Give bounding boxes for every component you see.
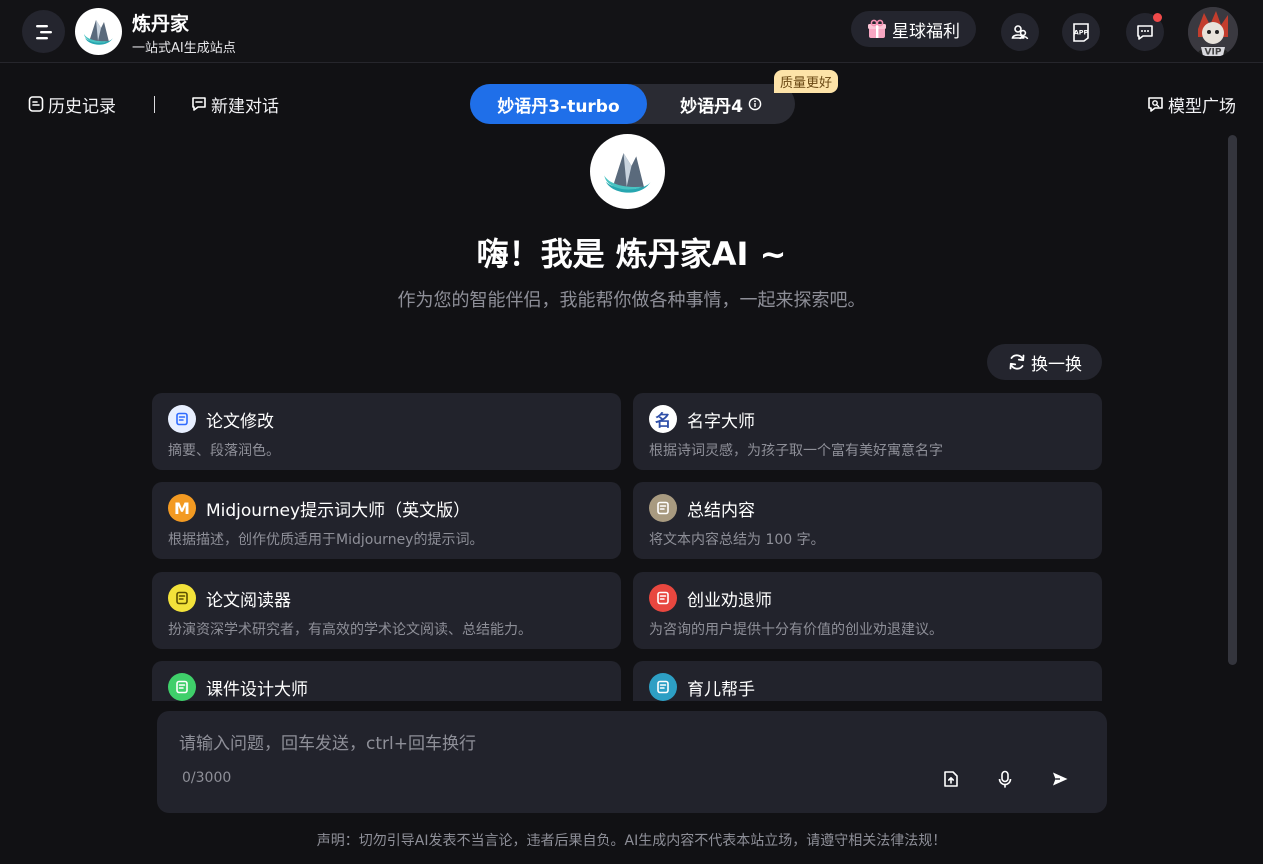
svg-text:VIP: VIP	[1205, 48, 1222, 58]
brand-subtitle: 一站式AI生成站点	[132, 41, 236, 56]
top-header: 炼丹家 一站式AI生成站点 星球福利 APP VIP	[0, 0, 1263, 63]
crystal-logo-icon	[84, 20, 113, 45]
char-counter: 0/3000	[182, 770, 232, 786]
prompt-card-description: 根据诗词灵感，为孩子取一个富有美好寓意名字	[649, 443, 943, 459]
prompt-card-title: 名字大师	[687, 412, 755, 432]
hero-subtitle: 作为您的智能伴侣，我能帮你做各种事情，一起来探索吧。	[397, 290, 866, 311]
courseware-icon	[168, 673, 196, 701]
microphone-icon	[998, 770, 1012, 788]
new-chat-icon	[192, 97, 206, 111]
reader-icon	[168, 584, 196, 612]
planet-welfare-label: 星球福利	[892, 21, 960, 42]
community-button[interactable]	[1001, 13, 1039, 51]
edit-document-icon	[168, 405, 196, 433]
refresh-label: 换一换	[1031, 354, 1082, 375]
send-icon	[1053, 772, 1068, 786]
refresh-icon	[1009, 354, 1025, 370]
history-link[interactable]: 历史记录	[27, 92, 116, 117]
prompt-card-title: 育儿帮手	[687, 680, 755, 700]
upload-file-icon	[944, 771, 958, 787]
model-tab-4[interactable]: 妙语丹4	[647, 84, 795, 124]
prompt-card-description: 摘要、段落润色。	[168, 443, 280, 459]
brand-name: 炼丹家	[132, 13, 190, 35]
prompt-card[interactable]: 总结内容将文本内容总结为 100 字。	[633, 482, 1102, 559]
prompt-card[interactable]: M Midjourney提示词大师（英文版） 根据描述，创作优质适用于Midjour…	[152, 482, 621, 559]
vip-avatar-icon: VIP	[1188, 7, 1238, 57]
prompt-card[interactable]: 论文修改摘要、段落润色。	[152, 393, 621, 470]
prompt-card[interactable]: 课件设计大师	[152, 661, 621, 701]
summary-note-icon	[649, 494, 677, 522]
prompt-card[interactable]: 创业劝退师为咨询的用户提供十分有价值的创业劝退建议。	[633, 572, 1102, 649]
app-root: 炼丹家 一站式AI生成站点 星球福利 APP VIP 历史记录 新建对话 妙语丹…	[0, 0, 1263, 864]
prompt-card-description: 将文本内容总结为 100 字。	[649, 532, 825, 548]
prompt-card-description: 根据描述，创作优质适用于Midjourney的提示词。	[168, 532, 484, 548]
prompt-card-title: 创业劝退师	[687, 591, 772, 611]
disclaimer: 声明：切勿引导AI发表不当言论，违者后果自负。AI生成内容不代表本站立场，请遵守…	[316, 833, 947, 849]
midjourney-icon: M	[168, 494, 196, 522]
quality-badge: 质量更好	[774, 70, 839, 93]
model-switch: 妙语丹3-turbo 妙语丹4	[470, 84, 795, 124]
model-plaza-label: 模型广场	[1168, 96, 1236, 117]
prompt-card-description: 为咨询的用户提供十分有价值的创业劝退建议。	[649, 622, 943, 638]
prompt-card-title: 论文阅读器	[206, 591, 291, 611]
model-tab-turbo[interactable]: 妙语丹3-turbo	[470, 84, 647, 124]
brand-logo[interactable]	[75, 8, 122, 55]
history-icon	[28, 96, 44, 112]
app-download-icon: APP	[1073, 23, 1089, 42]
parenting-icon	[649, 673, 677, 701]
model-tab-4-label: 妙语丹4	[680, 96, 743, 117]
upload-button[interactable]	[939, 767, 963, 791]
prompt-card[interactable]: 育儿帮手	[633, 661, 1102, 701]
hero-title: 嗨！我是 炼丹家AI ~	[476, 235, 787, 273]
chat-input-panel: 0/3000	[157, 711, 1107, 813]
voice-input-button[interactable]	[993, 767, 1017, 791]
prompt-card-title: 课件设计大师	[206, 680, 308, 700]
stop-hand-icon	[649, 584, 677, 612]
prompt-card[interactable]: 论文阅读器扮演资深学术研究者，有高效的学术论文阅读、总结能力。	[152, 572, 621, 649]
prompt-card-title: Midjourney提示词大师（英文版）	[206, 501, 471, 521]
info-icon	[748, 97, 762, 111]
prompt-card-grid: 论文修改 摘要、段落润色。名名字大师 根据诗词灵感，为孩子取一个富有美好寓意名字 M M…	[152, 393, 1102, 701]
app-icon-text: APP	[1074, 29, 1089, 37]
chat-input[interactable]	[179, 731, 1079, 757]
notification-dot	[1153, 13, 1162, 22]
name-seal-icon: 名	[649, 405, 677, 433]
refresh-button[interactable]: 换一换	[987, 344, 1102, 380]
new-chat-link[interactable]: 新建对话	[190, 92, 279, 117]
user-avatar[interactable]: VIP	[1188, 7, 1238, 57]
app-download-button[interactable]: APP	[1062, 13, 1100, 51]
hero-logo	[590, 134, 665, 209]
prompt-card-description: 扮演资深学术研究者，有高效的学术论文阅读、总结能力。	[168, 622, 532, 638]
chat-bubble-icon	[1137, 25, 1153, 40]
scrollbar[interactable]	[1228, 135, 1237, 665]
prompt-card-title: 总结内容	[687, 501, 755, 521]
gift-icon	[868, 19, 886, 38]
prompt-card-title: 论文修改	[206, 412, 274, 432]
model-plaza-link[interactable]: 模型广场	[1146, 92, 1236, 117]
toolbar-divider	[154, 96, 155, 113]
menu-toggle-button[interactable]	[22, 10, 65, 53]
send-button[interactable]	[1048, 767, 1072, 791]
menu-icon	[35, 24, 52, 39]
model-plaza-icon	[1148, 96, 1163, 112]
planet-welfare-button[interactable]: 星球福利	[851, 11, 976, 47]
new-chat-label: 新建对话	[211, 96, 279, 117]
history-label: 历史记录	[48, 96, 116, 117]
prompt-card[interactable]: 名名字大师根据诗词灵感，为孩子取一个富有美好寓意名字	[633, 393, 1102, 470]
crystal-logo-icon	[604, 153, 651, 193]
users-icon	[1011, 25, 1029, 40]
